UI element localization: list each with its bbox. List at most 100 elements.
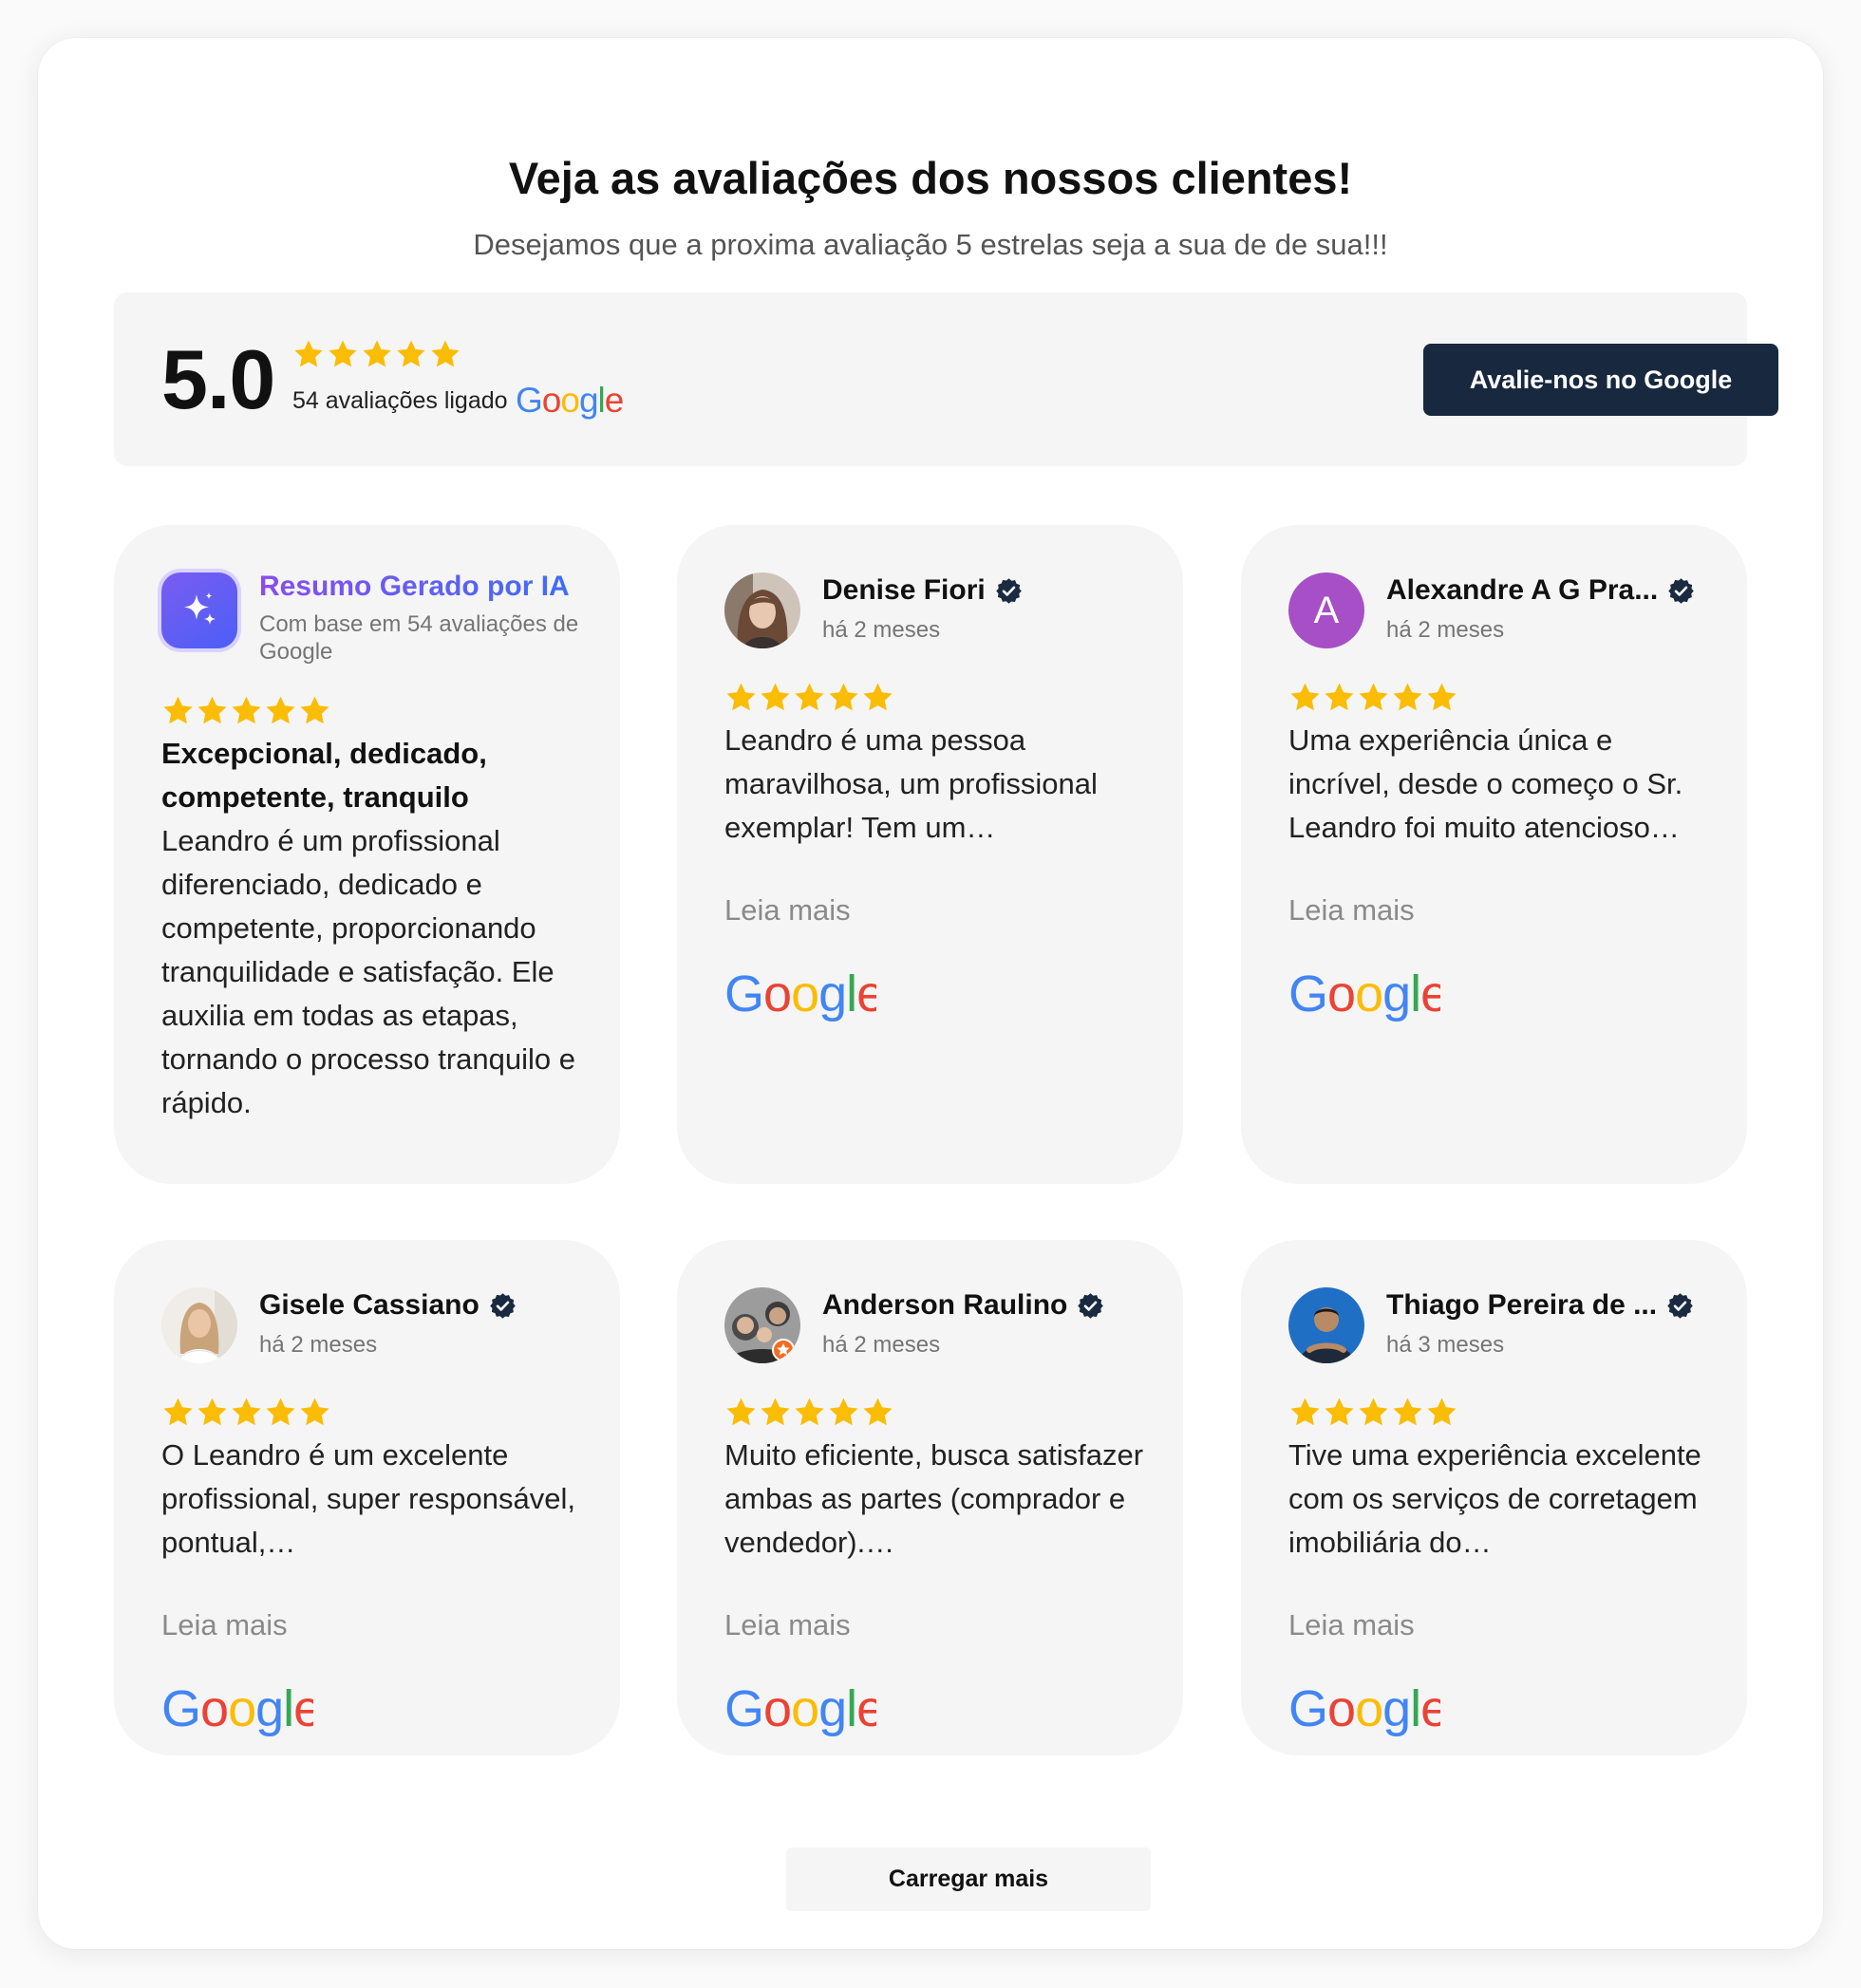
reviewer-name-text: Gisele Cassiano	[259, 1289, 479, 1321]
star-icon	[759, 681, 792, 714]
svg-text:Google: Google	[516, 381, 623, 420]
reviews-widget: Veja as avaliações dos nossos clientes! …	[38, 38, 1823, 1949]
review-text: Leandro é uma pessoa maravilhosa, um pro…	[724, 723, 1098, 844]
review-card: Anderson Raulino há 2 meses Muito eficie…	[677, 1240, 1183, 1755]
read-more-link[interactable]: Leia mais	[724, 889, 851, 932]
star-icon	[298, 694, 331, 727]
ai-summary-title: Resumo Gerado por IA	[259, 569, 570, 605]
review-stars	[724, 1396, 894, 1429]
star-icon	[230, 1396, 263, 1429]
verified-badge-icon	[1077, 1292, 1104, 1320]
star-icon	[361, 338, 393, 370]
overall-stars	[292, 338, 461, 370]
reviewer-name: Alexandre A G Pra...	[1386, 572, 1695, 609]
star-icon	[793, 681, 826, 714]
ai-summary-headline: Excepcional, dedicado, competente, tranq…	[161, 737, 487, 814]
review-count-text: 54 avaliações ligado	[292, 386, 508, 414]
read-more-link[interactable]: Leia mais	[724, 1604, 851, 1647]
star-icon	[759, 1396, 792, 1429]
google-logo-icon: Google	[724, 1680, 876, 1737]
star-icon	[1391, 681, 1424, 714]
star-icon	[196, 1396, 229, 1429]
verified-badge-icon	[1667, 577, 1695, 605]
verified-badge-icon	[489, 1292, 517, 1320]
star-icon	[327, 338, 359, 370]
avatar	[724, 1287, 800, 1363]
ai-summary-stars	[161, 694, 331, 727]
star-icon	[1323, 681, 1356, 714]
review-card: Gisele Cassiano há 2 meses O Leandro é u…	[114, 1240, 620, 1755]
svg-text:Google: Google	[1288, 1680, 1440, 1737]
page-subtitle: Desejamos que a proxima avaliação 5 estr…	[473, 228, 1388, 261]
star-icon	[793, 1396, 826, 1429]
reviewer-name: Thiago Pereira de ...	[1386, 1287, 1694, 1323]
review-date: há 2 meses	[822, 1332, 941, 1358]
reviewer-name: Gisele Cassiano	[259, 1287, 517, 1323]
reviewer-name-text: Anderson Raulino	[822, 1289, 1068, 1321]
review-date: há 2 meses	[259, 1332, 378, 1358]
read-more-link[interactable]: Leia mais	[161, 1604, 288, 1647]
ai-summary-subtitle: Com base em 54 avaliações de Google	[259, 611, 579, 665]
review-text: Tive uma experiência excelente com os se…	[1288, 1438, 1701, 1559]
review-stars	[724, 681, 894, 714]
overall-rating: 5.0	[161, 332, 275, 426]
star-icon	[429, 338, 461, 370]
review-date: há 3 meses	[1386, 1332, 1505, 1358]
avatar	[161, 1287, 237, 1363]
star-icon	[196, 694, 229, 727]
star-icon	[1357, 681, 1390, 714]
star-icon	[1425, 681, 1458, 714]
svg-text:Google: Google	[161, 1680, 313, 1737]
star-icon	[827, 681, 860, 714]
star-icon	[264, 694, 297, 727]
star-icon	[724, 681, 758, 714]
star-icon	[1323, 1396, 1356, 1429]
star-icon	[395, 338, 427, 370]
star-icon	[161, 1396, 195, 1429]
svg-text:Google: Google	[724, 1680, 876, 1737]
avatar	[1288, 1287, 1364, 1363]
ai-sparkle-icon	[161, 572, 237, 648]
review-date: há 2 meses	[822, 617, 941, 643]
read-more-link[interactable]: Leia mais	[1288, 889, 1415, 932]
star-icon	[1288, 681, 1322, 714]
review-card: Thiago Pereira de ... há 3 meses Tive um…	[1241, 1240, 1747, 1755]
avatar-letter: A	[1313, 590, 1340, 631]
review-stars	[161, 1396, 331, 1429]
review-count: 54 avaliações ligado Google	[292, 380, 624, 422]
google-logo-icon: Google	[516, 381, 624, 420]
svg-text:Google: Google	[724, 966, 876, 1022]
google-logo-icon: Google	[1288, 1680, 1440, 1737]
page-title: Veja as avaliações dos nossos clientes!	[508, 153, 1353, 203]
read-more-link[interactable]: Leia mais	[1288, 1604, 1415, 1647]
star-icon	[724, 1396, 758, 1429]
star-icon	[264, 1396, 297, 1429]
reviewer-name: Denise Fiori	[822, 572, 1023, 609]
verified-badge-icon	[1666, 1292, 1694, 1320]
review-card: Denise Fiori há 2 meses Leandro é uma pe…	[677, 525, 1183, 1184]
star-icon	[827, 1396, 860, 1429]
svg-text:Google: Google	[1288, 966, 1440, 1022]
verified-badge-icon	[995, 577, 1023, 605]
review-text: Muito eficiente, busca satisfazer ambas …	[724, 1438, 1144, 1559]
avatar: A	[1288, 572, 1364, 648]
review-card: A Alexandre A G Pra... há 2 meses Uma ex…	[1241, 525, 1747, 1184]
star-icon	[1391, 1396, 1424, 1429]
reviewer-name-text: Thiago Pereira de ...	[1386, 1289, 1658, 1321]
rating-summary: 5.0 54 avaliações ligado Google Avalie-n…	[114, 292, 1778, 466]
avatar	[724, 572, 800, 648]
review-stars	[1288, 1396, 1458, 1429]
ai-summary-body: Leandro é um profissional diferenciado, …	[161, 824, 576, 1119]
review-text: O Leandro é um excelente profissional, s…	[161, 1438, 575, 1559]
reviewer-name-text: Alexandre A G Pra...	[1386, 574, 1659, 606]
google-logo-icon: Google	[724, 966, 876, 1022]
google-logo-icon: Google	[161, 1680, 313, 1737]
star-icon	[861, 681, 894, 714]
review-stars	[1288, 681, 1458, 714]
star-icon	[1425, 1396, 1458, 1429]
load-more-button[interactable]: Carregar mais	[786, 1847, 1151, 1911]
review-date: há 2 meses	[1386, 617, 1505, 643]
rate-us-on-google-button[interactable]: Avalie-nos no Google	[1423, 344, 1778, 416]
star-icon	[298, 1396, 331, 1429]
star-icon	[161, 694, 195, 727]
